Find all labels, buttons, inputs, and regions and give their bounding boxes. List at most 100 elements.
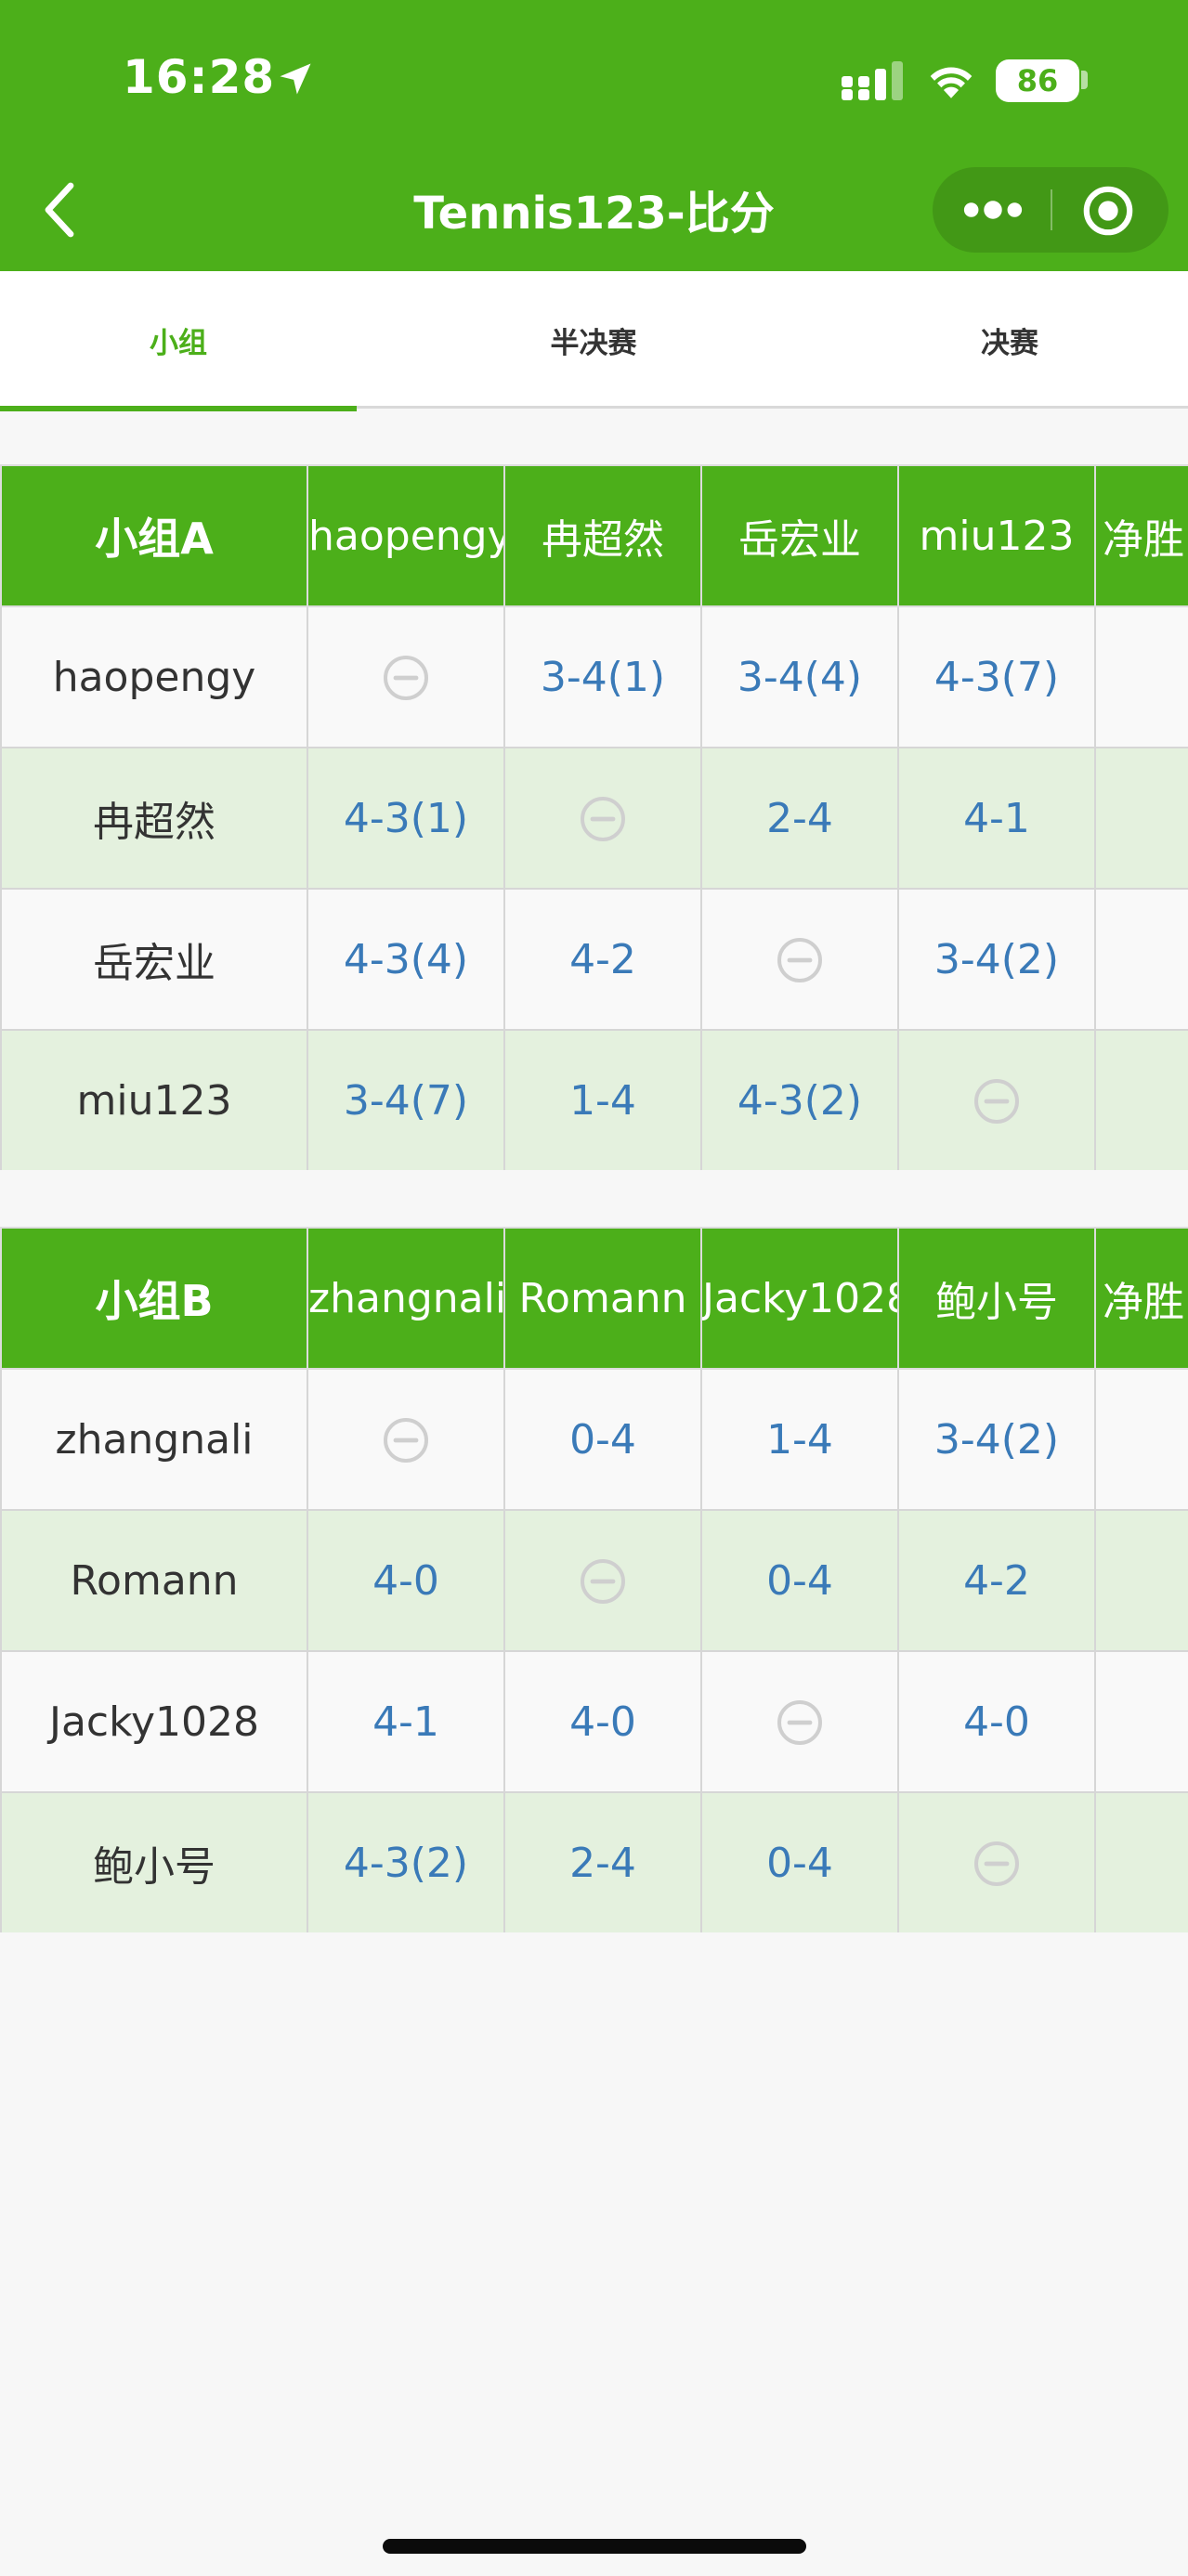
net-cell — [1094, 1368, 1188, 1511]
player-name: 鲍小号 — [0, 1791, 308, 1932]
net-cell — [1094, 747, 1188, 890]
score-cell: 4-2 — [503, 888, 702, 1031]
tab-final[interactable]: 决赛 — [831, 271, 1188, 409]
tab-semifinal[interactable]: 半决赛 — [415, 271, 772, 409]
tab-semifinal-label: 半决赛 — [550, 326, 637, 360]
net-cell — [1094, 1029, 1188, 1170]
score-cell: 2-4 — [700, 747, 899, 890]
score-cell: 0-4 — [700, 1509, 899, 1652]
self-match-cell — [700, 888, 899, 1031]
self-match-cell — [307, 605, 505, 748]
column-header: 净胜 — [1094, 1227, 1188, 1370]
self-match-cell — [307, 1368, 505, 1511]
column-header: Jacky1028 — [700, 1227, 899, 1370]
self-match-cell — [503, 747, 702, 890]
column-header: miu123 — [897, 464, 1096, 607]
table-row: 冉超然 4-3(1) 2-4 4-1 — [0, 747, 1188, 890]
score-cell: 4-0 — [897, 1650, 1096, 1793]
score-cell: 4-3(7) — [897, 605, 1096, 748]
self-match-empty-icon — [777, 1700, 822, 1745]
tab-active-underline — [0, 406, 357, 411]
score-cell: 4-0 — [503, 1650, 702, 1793]
player-name: 岳宏业 — [0, 888, 308, 1031]
group-table-b: 小组B zhangnali Romann Jacky1028 鲍小号 净胜 zhangnal… — [0, 1227, 1188, 1932]
mini-program-capsule — [933, 167, 1168, 253]
score-cell: 2-4 — [503, 1791, 702, 1932]
table-row: 鲍小号 4-3(2) 2-4 0-4 — [0, 1791, 1188, 1932]
score-cell: 4-3(4) — [307, 888, 505, 1031]
header-row: 小组A haopengy 冉超然 岳宏业 miu123 净胜 — [0, 464, 1188, 607]
status-time: 16:28 — [123, 50, 276, 104]
table-row: Jacky1028 4-1 4-0 4-0 — [0, 1650, 1188, 1793]
target-record-icon[interactable] — [1081, 184, 1135, 238]
player-name: haopengy — [0, 605, 308, 748]
battery-icon: 86 — [996, 59, 1079, 102]
app-header: 16:28 86 Tennis123-比分 — [0, 0, 1188, 271]
player-name: Romann — [0, 1509, 308, 1652]
net-cell — [1094, 1509, 1188, 1652]
tab-bar: 小组 半决赛 决赛 — [0, 271, 1188, 411]
location-arrow-icon — [280, 63, 311, 95]
score-cell: 3-4(2) — [897, 888, 1096, 1031]
column-header: 鲍小号 — [897, 1227, 1096, 1370]
score-grid: 小组B zhangnali Romann Jacky1028 鲍小号 净胜 zhangnal… — [0, 1227, 1188, 1932]
score-cell: 3-4(2) — [897, 1368, 1096, 1511]
score-cell: 4-1 — [897, 747, 1096, 890]
score-cell: 4-1 — [307, 1650, 505, 1793]
self-match-empty-icon — [384, 1418, 428, 1463]
net-cell — [1094, 1791, 1188, 1932]
column-header: 岳宏业 — [700, 464, 899, 607]
self-match-cell — [897, 1029, 1096, 1170]
self-match-cell — [700, 1650, 899, 1793]
score-cell: 4-2 — [897, 1509, 1096, 1652]
score-cell: 3-4(1) — [503, 605, 702, 748]
table-row: Romann 4-0 0-4 4-2 — [0, 1509, 1188, 1652]
home-indicator — [383, 2539, 806, 2554]
net-cell — [1094, 605, 1188, 748]
more-dots-icon[interactable] — [960, 189, 1025, 230]
header-row: 小组B zhangnali Romann Jacky1028 鲍小号 净胜 — [0, 1227, 1188, 1370]
group-table-a: 小组A haopengy 冉超然 岳宏业 miu123 净胜 haopengy 3-4(1) 3… — [0, 464, 1188, 1170]
tab-group-label: 小组 — [150, 326, 207, 360]
net-cell — [1094, 1650, 1188, 1793]
player-name: 冉超然 — [0, 747, 308, 890]
column-header: 冉超然 — [503, 464, 702, 607]
net-cell — [1094, 888, 1188, 1031]
score-cell: 4-3(2) — [307, 1791, 505, 1932]
score-cell: 4-3(2) — [700, 1029, 899, 1170]
score-cell: 3-4(7) — [307, 1029, 505, 1170]
score-grid: 小组A haopengy 冉超然 岳宏业 miu123 净胜 haopengy 3-4(1) 3… — [0, 464, 1188, 1170]
score-cell: 0-4 — [503, 1368, 702, 1511]
table-row: haopengy 3-4(1) 3-4(4) 4-3(7) — [0, 605, 1188, 748]
score-cell: 1-4 — [700, 1368, 899, 1511]
table-row: zhangnali 0-4 1-4 3-4(2) — [0, 1368, 1188, 1511]
player-name: miu123 — [0, 1029, 308, 1170]
group-name: 小组A — [0, 464, 308, 607]
score-cell: 3-4(4) — [700, 605, 899, 748]
table-row: miu123 3-4(7) 1-4 4-3(2) — [0, 1029, 1188, 1170]
score-cell: 0-4 — [700, 1791, 899, 1932]
group-name: 小组B — [0, 1227, 308, 1370]
score-cell: 1-4 — [503, 1029, 702, 1170]
battery-cap — [1081, 71, 1088, 89]
self-match-empty-icon — [974, 1079, 1019, 1124]
column-header: zhangnali — [307, 1227, 505, 1370]
self-match-empty-icon — [384, 656, 428, 700]
self-match-empty-icon — [581, 1559, 625, 1604]
tab-group[interactable]: 小组 — [0, 271, 357, 411]
capsule-divider — [1051, 189, 1052, 230]
column-header: 净胜 — [1094, 464, 1188, 607]
table-row: 岳宏业 4-3(4) 4-2 3-4(2) — [0, 888, 1188, 1031]
self-match-cell — [897, 1791, 1096, 1932]
self-match-empty-icon — [974, 1841, 1019, 1886]
cellular-signal-icon — [842, 61, 903, 100]
score-cell: 4-0 — [307, 1509, 505, 1652]
score-cell: 4-3(1) — [307, 747, 505, 890]
player-name: zhangnali — [0, 1368, 308, 1511]
self-match-cell — [503, 1509, 702, 1652]
self-match-empty-icon — [777, 938, 822, 982]
tab-final-label: 决赛 — [981, 326, 1038, 360]
column-header: Romann — [503, 1227, 702, 1370]
wifi-icon — [930, 67, 973, 98]
player-name: Jacky1028 — [0, 1650, 308, 1793]
